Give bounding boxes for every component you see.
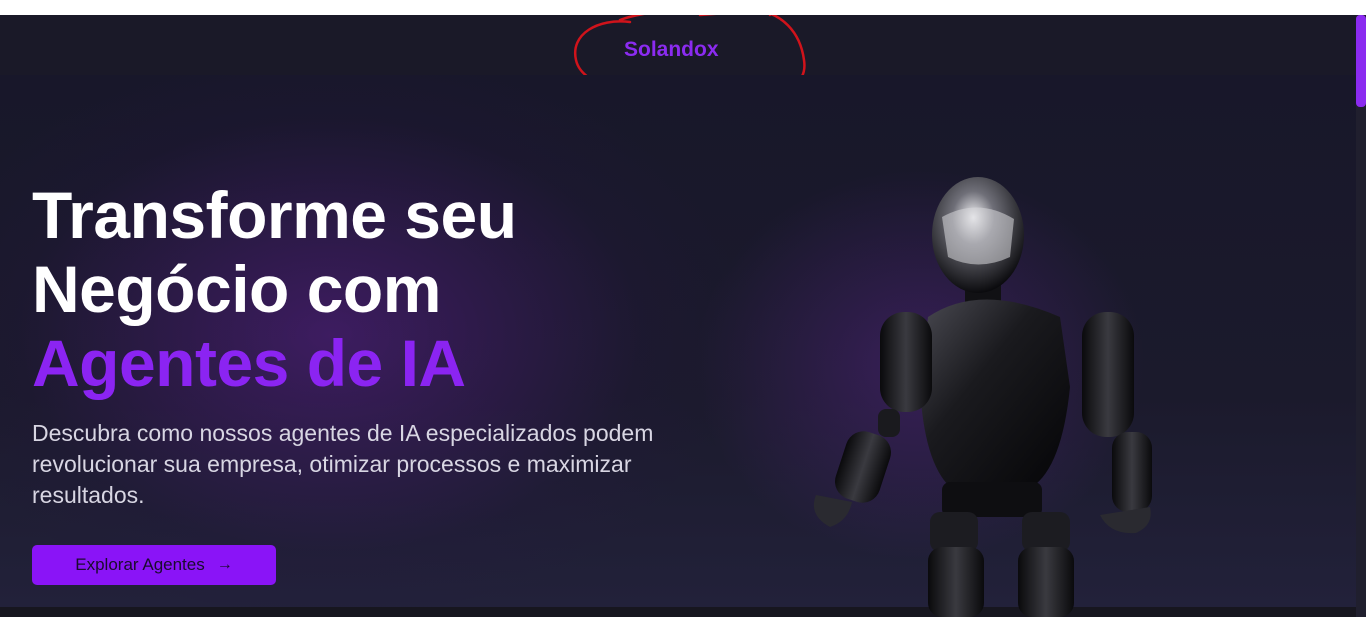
headline-accent: Agentes de IA: [32, 326, 466, 400]
page-scrollbar[interactable]: [1356, 15, 1366, 617]
robot-illustration: [813, 177, 1152, 617]
headline-line-2: Negócio com: [32, 252, 441, 326]
explore-agents-label: Explorar Agentes: [75, 555, 205, 574]
hero-subtitle: Descubra como nossos agentes de IA espec…: [32, 420, 654, 508]
explore-agents-button[interactable]: Explorar Agentes →: [32, 545, 276, 585]
headline-line-1: Transforme seu: [32, 178, 517, 252]
hero-headline: Transforme seu Negócio com Agentes de IA: [32, 178, 517, 400]
scrollbar-thumb[interactable]: [1356, 15, 1366, 107]
page-viewport: Solandox Transforme seu Negócio com Agen…: [0, 15, 1366, 617]
arrow-right-icon: →: [216, 556, 233, 573]
